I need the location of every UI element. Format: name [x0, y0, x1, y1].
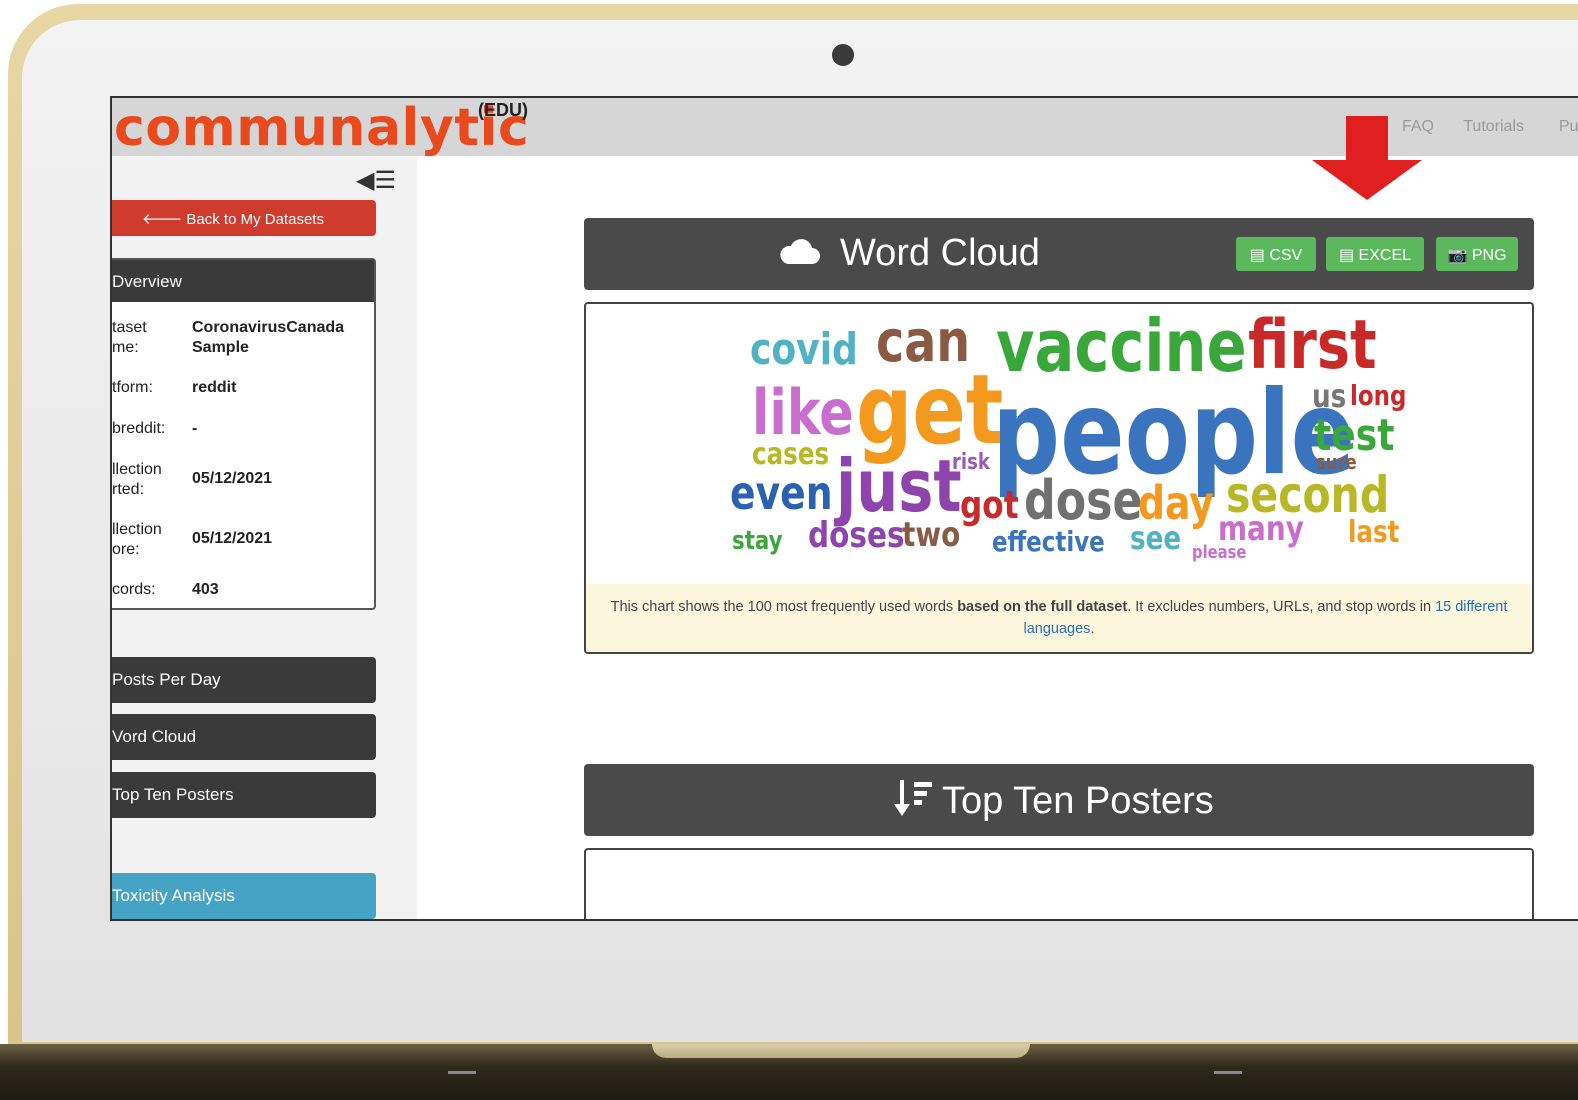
webcam — [832, 44, 854, 66]
sidebar: ◀☰ 🡐 Back to My Datasets Dverview taset … — [112, 156, 417, 919]
word: dose — [1024, 469, 1143, 532]
word: effective — [992, 525, 1105, 558]
word: many — [1218, 509, 1304, 549]
posts-per-day-button[interactable]: Posts Per Day — [112, 657, 376, 703]
word: see — [1130, 519, 1182, 557]
laptop-foot — [448, 1071, 476, 1074]
overview-value: - — [192, 420, 198, 437]
collapse-menu-icon[interactable]: ◀☰ — [356, 166, 396, 195]
laptop-foot — [1214, 1071, 1242, 1074]
overview-value: 403 — [192, 581, 219, 598]
app-logo[interactable]: communalytic — [114, 98, 529, 158]
nav-publications[interactable]: Pul — [1559, 118, 1578, 136]
word-cloud-header: Word Cloud ▤ CSV ▤ EXCEL 📷 PNG — [584, 218, 1534, 290]
word: even — [730, 466, 833, 520]
toxicity-analysis-button[interactable]: Toxicity Analysis — [112, 873, 376, 919]
annotation-arrow-head — [1312, 160, 1422, 200]
export-png-button[interactable]: 📷 PNG — [1436, 237, 1518, 271]
overview-value: reddit — [192, 379, 237, 396]
word: like — [752, 376, 854, 449]
word: covid — [750, 324, 858, 375]
cloud-icon — [780, 239, 820, 264]
sort-amount-icon — [894, 780, 932, 816]
overview-label: taset me: — [112, 319, 147, 356]
table-icon: ▤ — [1249, 247, 1265, 264]
overview-card: Dverview taset me: CoronavirusCanada Sam… — [112, 258, 376, 610]
nav-tutorials[interactable]: Tutorials — [1463, 118, 1524, 136]
overview-title: Dverview — [112, 260, 374, 302]
word-cloud-note: This chart shows the 100 most frequently… — [586, 584, 1532, 652]
app-screen: communalytic (EDU) FAQ Tutorials Pul ◀☰ … — [110, 96, 1578, 921]
overview-label: tform: — [112, 379, 153, 396]
word: us — [1312, 377, 1347, 415]
overview-value: CoronavirusCanada Sample — [192, 319, 345, 356]
top-ten-posters-button[interactable]: Top Ten Posters — [112, 772, 376, 818]
export-csv-button[interactable]: ▤ CSV — [1236, 237, 1316, 271]
top-posters-content — [584, 848, 1534, 919]
word: just — [836, 444, 962, 528]
overview-value: 05/12/2021 — [192, 530, 273, 547]
word: got — [960, 483, 1019, 527]
laptop-hinge — [652, 1044, 1030, 1058]
word-cloud-button[interactable]: Vord Cloud — [112, 714, 376, 760]
overview-value: 05/12/2021 — [192, 470, 273, 487]
word-cloud-title: Word Cloud — [840, 232, 1040, 274]
overview-label: llection rted: — [112, 461, 162, 498]
overview-label: cords: — [112, 581, 156, 598]
word: two — [902, 515, 961, 555]
overview-label: llection ore: — [112, 521, 162, 558]
word: please — [1192, 542, 1247, 563]
word: last — [1348, 515, 1400, 550]
export-excel-button[interactable]: ▤ EXCEL — [1326, 237, 1424, 271]
word: doses — [808, 515, 905, 556]
table-icon: ▤ — [1338, 247, 1355, 264]
top-posters-title: Top Ten Posters — [942, 780, 1214, 822]
nav-faq[interactable]: FAQ — [1402, 118, 1434, 136]
word-cloud-chart: covid can vaccine first like get people … — [584, 302, 1534, 654]
arrow-left-icon: 🡐 — [142, 211, 187, 228]
top-posters-header: Top Ten Posters — [584, 764, 1534, 836]
camera-icon: 📷 — [1447, 247, 1468, 264]
overview-label: breddit: — [112, 420, 166, 437]
word: stay — [732, 526, 783, 556]
word: long — [1350, 379, 1407, 412]
back-to-datasets-button[interactable]: 🡐 Back to My Datasets — [112, 200, 376, 236]
edu-badge: (EDU) — [478, 100, 528, 120]
annotation-arrow — [1346, 116, 1388, 162]
